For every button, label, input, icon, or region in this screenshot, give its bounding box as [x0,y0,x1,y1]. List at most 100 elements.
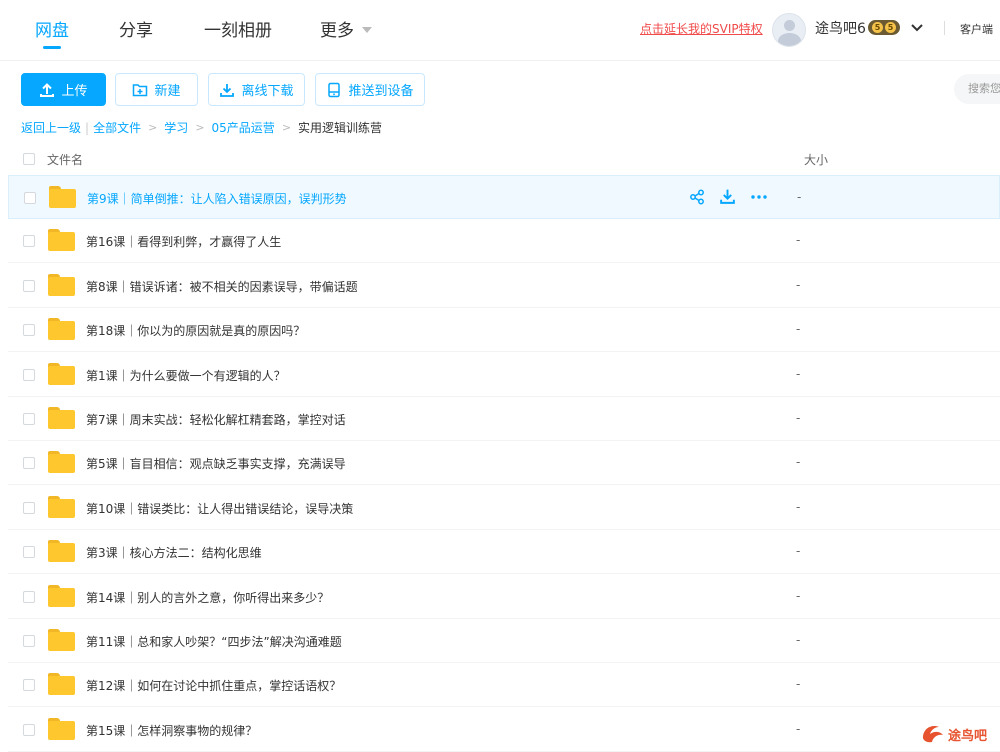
caret-down-icon [362,27,372,33]
offline-download-label: 离线下载 [241,84,294,99]
row-checkbox[interactable] [23,635,35,647]
folder-icon [48,584,75,607]
file-name[interactable]: 第1课｜为什么要做一个有逻辑的人？ [86,367,286,384]
breadcrumb-study[interactable]: 学习 [164,119,188,136]
file-size: - [796,277,801,292]
nav-tab-share[interactable]: 分享 [119,16,153,41]
breadcrumb: 返回上一级 | 全部文件 > 学习 > 05产品运营 > 实用逻辑训练营 [21,119,382,136]
device-icon [328,82,341,97]
file-name[interactable]: 第5课｜盲目相信：观点缺乏事实支撑，充满误导 [86,455,346,472]
file-row[interactable]: 第9课｜简单倒推：让人陷入错误原因，误判形势 - [8,175,1000,219]
client-download-link[interactable]: 客户端 [960,21,993,37]
file-name[interactable]: 第8课｜错误诉诸：被不相关的因素误导，带偏话题 [86,278,358,295]
folder-icon [48,673,75,696]
file-row[interactable]: 第1课｜为什么要做一个有逻辑的人？ - [8,353,1000,397]
file-name[interactable]: 第7课｜周末实战：轻松化解杠精套路，掌控对话 [86,411,346,428]
row-checkbox[interactable] [23,501,35,514]
folder-icon [48,540,75,563]
folder-icon [48,629,75,651]
file-size: - [796,633,801,647]
file-size: - [796,677,801,692]
file-name[interactable]: 第9课｜简单倒推：让人陷入错误原因，误判形势 [87,190,347,207]
breadcrumb-separator: | [85,120,90,135]
vip-level-badge: 5 5 [868,20,900,35]
chevron-down-icon[interactable] [910,20,924,39]
avatar[interactable] [772,13,806,47]
file-size: - [796,322,801,337]
column-header-size[interactable]: 大小 [804,151,828,168]
row-checkbox[interactable] [24,192,36,204]
file-size: - [796,721,801,736]
chevron-right-icon: > [195,121,205,134]
svip-renew-link[interactable]: 点击延长我的SVIP特权 [640,20,763,37]
file-size: - [796,588,801,603]
new-label: 新建 [154,84,181,99]
upload-button[interactable]: 上传 [21,73,106,106]
file-size: - [797,190,802,204]
new-folder-button[interactable]: 新建 [115,73,198,106]
file-row[interactable]: 第8课｜错误诉诸：被不相关的因素误导，带偏话题 - [8,264,1000,308]
row-checkbox[interactable] [23,368,35,381]
push-device-label: 推送到设备 [348,84,414,99]
file-list-header: 文件名 大小 [0,145,1000,173]
row-checkbox[interactable] [23,324,35,337]
file-row[interactable]: 第18课｜你以为的原因就是真的原因吗？ - [8,308,1000,353]
row-checkbox[interactable] [23,679,35,692]
push-to-device-button[interactable]: 推送到设备 [315,73,425,106]
column-header-filename[interactable]: 文件名 [47,151,83,168]
file-size: - [796,455,801,470]
file-name[interactable]: 第3课｜核心方法二：结构化思维 [86,544,262,561]
file-name[interactable]: 第14课｜别人的言外之意，你听得出来多少？ [86,589,329,606]
username[interactable]: 途鸟吧6 [815,18,866,38]
file-row[interactable]: 第10课｜错误类比：让人得出错误结论，误导决策 - [8,486,1000,530]
select-all-checkbox[interactable] [23,153,35,165]
file-name[interactable]: 第11课｜总和家人吵架？“四步法”解决沟通难题 [86,633,342,650]
row-checkbox[interactable] [23,413,35,425]
share-icon[interactable] [689,189,705,205]
row-checkbox[interactable] [23,590,35,603]
breadcrumb-product-ops[interactable]: 05产品运营 [212,119,275,136]
folder-icon [48,229,75,252]
file-row[interactable]: 第15课｜怎样洞察事物的规律？ - [8,708,1000,752]
watermark-text: 途鸟吧 [948,728,988,744]
file-row[interactable]: 第16课｜看得到利弊，才赢得了人生 - [8,219,1000,264]
search-input[interactable]: 搜索您 [954,74,1000,104]
folder-icon [48,407,75,429]
more-options-icon[interactable] [750,189,768,205]
file-size: - [796,366,801,381]
file-row[interactable]: 第12课｜如何在讨论中抓住重点，掌控话语权？ - [8,663,1000,708]
file-name[interactable]: 第18课｜你以为的原因就是真的原因吗？ [86,322,305,339]
file-size: - [796,233,801,248]
file-name[interactable]: 第16课｜看得到利弊，才赢得了人生 [86,233,281,250]
folder-icon [48,318,75,341]
bird-logo-icon [922,726,943,743]
download-icon [220,83,235,97]
file-row[interactable]: 第14课｜别人的言外之意，你听得出来多少？ - [8,575,1000,619]
file-name[interactable]: 第15课｜怎样洞察事物的规律？ [86,722,257,739]
row-checkbox[interactable] [23,546,35,559]
file-row[interactable]: 第3课｜核心方法二：结构化思维 - [8,530,1000,575]
row-checkbox[interactable] [23,723,35,736]
nav-tab-netdisk[interactable]: 网盘 [35,16,69,41]
nav-tab-more[interactable]: 更多 [320,16,354,41]
file-name[interactable]: 第10课｜错误类比：让人得出错误结论，误导决策 [86,500,353,517]
folder-icon [48,717,75,740]
divider [944,21,945,35]
row-checkbox[interactable] [23,457,35,470]
coin-icon: 5 [885,22,896,33]
coin-icon: 5 [872,22,883,33]
folder-icon [49,186,76,208]
offline-download-button[interactable]: 离线下载 [208,73,305,106]
breadcrumb-all-files[interactable]: 全部文件 [93,119,141,136]
row-action-group [689,188,768,205]
file-row[interactable]: 第5课｜盲目相信：观点缺乏事实支撑，充满误导 - [8,441,1000,486]
nav-tab-album[interactable]: 一刻相册 [204,16,272,41]
row-checkbox[interactable] [23,279,35,292]
file-row[interactable]: 第11课｜总和家人吵架？“四步法”解决沟通难题 - [8,619,1000,663]
row-checkbox[interactable] [23,235,35,248]
file-row[interactable]: 第7课｜周末实战：轻松化解杠精套路，掌控对话 - [8,397,1000,441]
file-name[interactable]: 第12课｜如何在讨论中抓住重点，掌控话语权？ [86,677,341,694]
download-icon[interactable] [719,188,736,205]
chevron-right-icon: > [148,121,158,134]
breadcrumb-back-link[interactable]: 返回上一级 [21,119,81,136]
